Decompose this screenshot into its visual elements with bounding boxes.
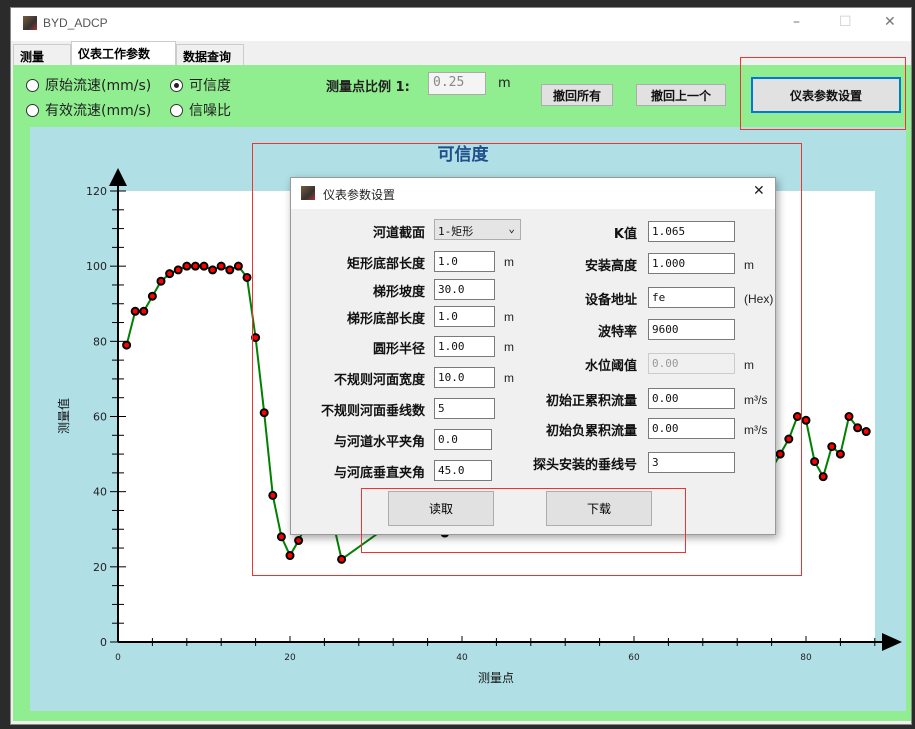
y-tick-label: 100 xyxy=(86,260,107,273)
y-tick-label: 20 xyxy=(93,561,107,574)
field-input[interactable]: 1.000 xyxy=(648,253,735,274)
data-point xyxy=(233,261,243,271)
field-unit: m³/s xyxy=(744,423,768,437)
y-axis-label: 测量值 xyxy=(56,398,71,434)
dialog-title-bar: 仪表参数设置 ✕ xyxy=(291,178,775,209)
field-input[interactable]: 5 xyxy=(434,398,495,419)
y-tick-label: 0 xyxy=(100,636,107,649)
x-tick-label: 60 xyxy=(628,653,640,663)
data-point xyxy=(251,333,261,343)
field-input[interactable]: 30.0 xyxy=(434,279,495,300)
data-point xyxy=(276,532,286,542)
field-label: 圆形半径 xyxy=(372,342,425,357)
data-point xyxy=(818,472,828,482)
data-point xyxy=(835,449,845,459)
field-input[interactable]: 1.0 xyxy=(434,306,495,327)
field-unit: (Hex) xyxy=(744,292,774,306)
y-tick-label: 40 xyxy=(93,486,107,499)
data-point xyxy=(775,449,785,459)
field-label: 梯形底部长度 xyxy=(346,312,425,327)
field-label: 初始负累积流量 xyxy=(545,424,637,439)
data-point xyxy=(122,340,132,350)
data-point xyxy=(156,276,166,286)
dialog-title: 仪表参数设置 xyxy=(323,188,396,202)
data-point xyxy=(268,490,278,500)
field-input: 0.00 xyxy=(648,353,735,374)
y-tick-label: 120 xyxy=(86,185,107,198)
y-tick-label: 60 xyxy=(93,411,107,424)
dialog-icon xyxy=(301,186,315,200)
chart-title: 可信度 xyxy=(438,144,490,165)
dialog-close-button[interactable]: ✕ xyxy=(753,183,765,199)
field-unit: m xyxy=(744,358,754,372)
data-point xyxy=(784,434,794,444)
field-label: 不规则河面垂线数 xyxy=(320,404,425,419)
data-point xyxy=(294,536,304,546)
x-axis-arrow xyxy=(882,633,902,651)
data-point xyxy=(827,442,837,452)
data-point xyxy=(190,261,200,271)
field-input[interactable]: fe xyxy=(648,287,735,308)
field-label: 初始正累积流量 xyxy=(545,394,637,409)
select-value: 1-矩形 xyxy=(438,225,474,238)
data-point xyxy=(139,306,149,316)
field-unit: m xyxy=(744,258,754,272)
field-input[interactable]: 1.065 xyxy=(648,221,735,242)
field-input[interactable]: 0.00 xyxy=(648,418,735,439)
data-point xyxy=(337,554,347,564)
field-label: 矩形底部长度 xyxy=(346,257,425,272)
field-unit: m xyxy=(504,340,514,354)
field-input[interactable]: 3 xyxy=(648,452,735,473)
data-point xyxy=(792,412,802,421)
instrument-settings-dialog: 仪表参数设置 ✕ 河道截面 1-矩形 ⌄ 矩形底部长度 1.0 m 梯形坡度 30.0 梯形底部… xyxy=(290,177,776,535)
field-label: 河道截面 xyxy=(372,226,425,241)
field-label: 水位阈值 xyxy=(584,359,637,374)
field-label: 与河道水平夹角 xyxy=(333,435,425,450)
read-button[interactable]: 读取 xyxy=(388,491,494,526)
data-point xyxy=(165,269,175,279)
field-input[interactable]: 1.00 xyxy=(434,336,495,357)
field-label: 不规则河面宽度 xyxy=(333,373,425,388)
data-point xyxy=(285,551,295,561)
field-input[interactable]: 9600 xyxy=(648,319,735,340)
field-input[interactable]: 0.00 xyxy=(648,388,735,409)
data-point xyxy=(173,265,183,275)
data-point xyxy=(208,265,218,275)
x-tick-label: 80 xyxy=(800,653,812,663)
x-tick-label: 0 xyxy=(115,653,121,663)
data-point xyxy=(199,261,209,271)
data-point xyxy=(810,457,820,467)
field-input[interactable]: 10.0 xyxy=(434,367,495,388)
field-input[interactable]: 45.0 xyxy=(434,460,492,481)
data-point xyxy=(853,423,863,433)
x-tick-label: 40 xyxy=(456,653,468,663)
data-point xyxy=(216,261,226,271)
y-axis-arrow xyxy=(109,168,127,186)
field-label: 与河底垂直夹角 xyxy=(333,466,425,481)
field-label: 梯形坡度 xyxy=(372,285,425,300)
x-axis-label: 测量点 xyxy=(478,671,514,685)
y-tick-label: 80 xyxy=(93,335,107,348)
field-input[interactable]: 0.0 xyxy=(434,429,492,450)
data-point xyxy=(182,261,192,271)
field-label: 探头安装的垂线号 xyxy=(532,458,637,473)
data-point xyxy=(130,306,140,316)
data-point xyxy=(259,408,269,418)
data-point xyxy=(801,415,811,425)
field-label: 波特率 xyxy=(597,325,637,340)
field-label: 设备地址 xyxy=(584,293,637,308)
data-point xyxy=(147,291,157,301)
field-label: K值 xyxy=(613,227,637,242)
field-input[interactable]: 1.0 xyxy=(434,251,495,272)
field-unit: m³/s xyxy=(744,393,768,407)
data-point xyxy=(242,272,252,282)
field-label: 安装高度 xyxy=(584,259,637,274)
download-button[interactable]: 下载 xyxy=(546,491,652,526)
data-point xyxy=(225,265,235,275)
data-point xyxy=(844,412,854,421)
data-point xyxy=(861,427,871,437)
x-tick-label: 20 xyxy=(284,653,296,663)
